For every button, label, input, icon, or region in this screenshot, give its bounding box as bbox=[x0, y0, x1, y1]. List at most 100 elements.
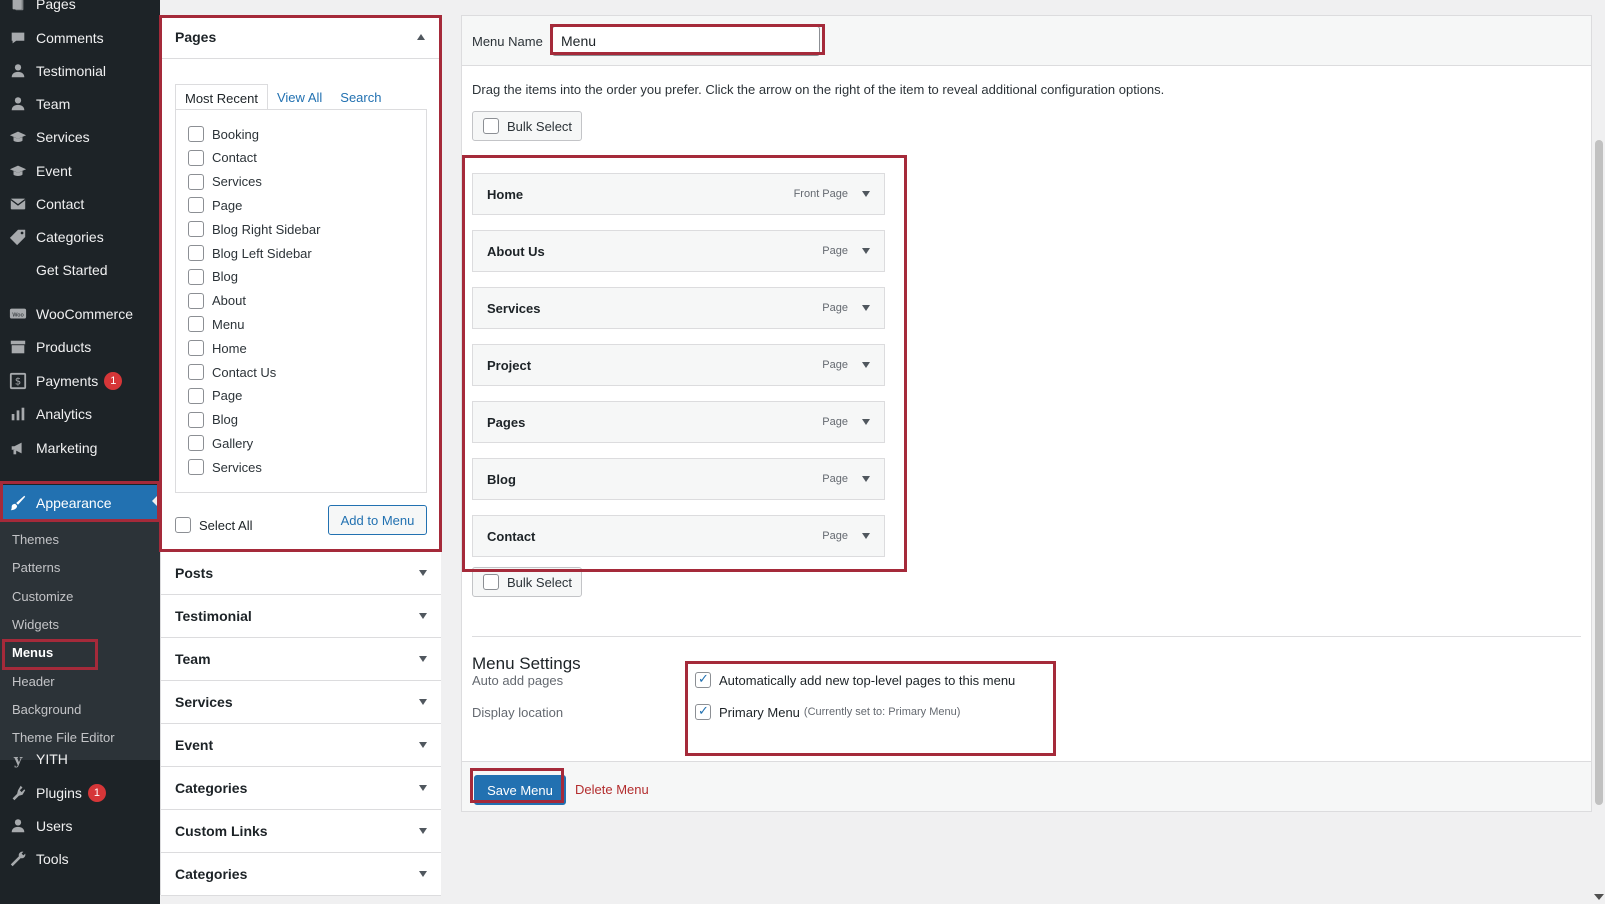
sidebar-item-pages[interactable]: Pages bbox=[0, 0, 160, 20]
accordion-header[interactable]: Custom Links bbox=[161, 810, 441, 853]
scroll-down-icon[interactable] bbox=[1594, 894, 1604, 900]
sidebar-item-get-started[interactable]: Get Started bbox=[0, 254, 160, 286]
submenu-item-menus[interactable]: Menus bbox=[12, 645, 53, 660]
page-checkbox-row[interactable]: Gallery bbox=[188, 435, 253, 452]
chevron-down-icon[interactable] bbox=[419, 656, 427, 662]
checkbox[interactable] bbox=[175, 517, 191, 533]
checkbox[interactable] bbox=[188, 221, 204, 238]
scrollbar-thumb[interactable] bbox=[1595, 140, 1603, 805]
accordion-section-services[interactable]: Services bbox=[160, 680, 441, 724]
checkbox[interactable] bbox=[188, 340, 204, 357]
auto-add-pages-checkbox[interactable]: Automatically add new top-level pages to… bbox=[695, 671, 1015, 688]
chevron-down-icon[interactable] bbox=[419, 613, 427, 619]
menu-name-input[interactable] bbox=[552, 26, 820, 56]
menu-item[interactable]: Pages Page bbox=[472, 401, 885, 443]
submenu-item-themes[interactable]: Themes bbox=[12, 532, 59, 547]
checkbox[interactable] bbox=[188, 173, 204, 190]
primary-menu-checkbox[interactable]: Primary Menu (Currently set to: Primary … bbox=[695, 703, 960, 720]
checkbox[interactable] bbox=[188, 411, 204, 428]
bulk-select-button-bottom[interactable]: Bulk Select bbox=[472, 567, 582, 597]
accordion-header[interactable]: Categories bbox=[161, 767, 441, 810]
accordion-header[interactable]: Testimonial bbox=[161, 595, 441, 638]
checkbox[interactable] bbox=[188, 268, 204, 285]
page-checkbox-row[interactable]: Home bbox=[188, 340, 247, 357]
checkbox[interactable] bbox=[188, 149, 204, 166]
submenu-item-widgets[interactable]: Widgets bbox=[12, 617, 59, 632]
menu-item[interactable]: About Us Page bbox=[472, 230, 885, 272]
scrollbar[interactable] bbox=[1593, 0, 1605, 904]
checkbox[interactable] bbox=[695, 671, 711, 688]
sidebar-item-team[interactable]: Team bbox=[0, 88, 160, 120]
chevron-down-icon[interactable] bbox=[862, 476, 870, 482]
sidebar-item-analytics[interactable]: Analytics bbox=[0, 398, 160, 430]
page-checkbox-row[interactable]: Blog Right Sidebar bbox=[188, 221, 320, 238]
page-checkbox-row[interactable]: Booking bbox=[188, 126, 259, 142]
checkbox[interactable] bbox=[483, 574, 499, 590]
page-checkbox-row[interactable]: Contact bbox=[188, 149, 257, 166]
page-checkbox-row[interactable]: Blog Left Sidebar bbox=[188, 245, 312, 261]
chevron-down-icon[interactable] bbox=[862, 305, 870, 311]
tab-most-recent[interactable]: Most Recent bbox=[175, 84, 268, 110]
sidebar-item-services[interactable]: Services bbox=[0, 121, 160, 153]
sidebar-item-categories[interactable]: Categories bbox=[0, 221, 160, 253]
sidebar-item-woocommerce[interactable]: Woo WooCommerce bbox=[0, 298, 160, 330]
chevron-down-icon[interactable] bbox=[419, 871, 427, 877]
accordion-section-posts[interactable]: Posts bbox=[160, 551, 441, 595]
checkbox[interactable] bbox=[188, 292, 204, 309]
accordion-header[interactable]: Posts bbox=[161, 552, 441, 595]
checkbox[interactable] bbox=[695, 703, 711, 720]
chevron-down-icon[interactable] bbox=[862, 533, 870, 539]
accordion-header[interactable]: Services bbox=[161, 681, 441, 724]
accordion-section-testimonial[interactable]: Testimonial bbox=[160, 594, 441, 638]
save-menu-button[interactable]: Save Menu bbox=[474, 775, 566, 805]
chevron-down-icon[interactable] bbox=[419, 828, 427, 834]
checkbox[interactable] bbox=[188, 245, 204, 261]
sidebar-item-appearance[interactable]: Appearance bbox=[0, 485, 160, 521]
page-checkbox-row[interactable]: Page bbox=[188, 387, 242, 404]
pages-panel-header[interactable]: Pages bbox=[161, 16, 439, 59]
menu-item[interactable]: Services Page bbox=[472, 287, 885, 329]
submenu-item-patterns[interactable]: Patterns bbox=[12, 560, 60, 575]
checkbox[interactable] bbox=[188, 459, 204, 476]
menu-item[interactable]: Project Page bbox=[472, 344, 885, 386]
delete-menu-link[interactable]: Delete Menu bbox=[575, 782, 649, 797]
accordion-section-custom-links[interactable]: Custom Links bbox=[160, 809, 441, 853]
page-checkbox-row[interactable]: Services bbox=[188, 459, 262, 476]
accordion-section-team[interactable]: Team bbox=[160, 637, 441, 681]
add-to-menu-button[interactable]: Add to Menu bbox=[328, 505, 427, 535]
chevron-up-icon[interactable] bbox=[417, 34, 425, 40]
checkbox[interactable] bbox=[188, 387, 204, 404]
chevron-down-icon[interactable] bbox=[862, 248, 870, 254]
submenu-item-customize[interactable]: Customize bbox=[12, 589, 73, 604]
tab-search[interactable]: Search bbox=[331, 84, 390, 110]
sidebar-item-products[interactable]: Products bbox=[0, 331, 160, 363]
accordion-header[interactable]: Categories bbox=[161, 853, 441, 896]
sidebar-item-users[interactable]: Users bbox=[0, 810, 160, 842]
page-checkbox-row[interactable]: Menu bbox=[188, 316, 245, 333]
chevron-down-icon[interactable] bbox=[862, 419, 870, 425]
sidebar-item-yith[interactable]: y YITH bbox=[0, 743, 160, 775]
submenu-item-header[interactable]: Header bbox=[12, 674, 55, 689]
page-checkbox-row[interactable]: About bbox=[188, 292, 246, 309]
checkbox[interactable] bbox=[188, 435, 204, 452]
menu-item[interactable]: Blog Page bbox=[472, 458, 885, 500]
accordion-section-categories[interactable]: Categories bbox=[160, 766, 441, 810]
accordion-section-categories[interactable]: Categories bbox=[160, 852, 441, 896]
chevron-down-icon[interactable] bbox=[419, 570, 427, 576]
chevron-down-icon[interactable] bbox=[419, 699, 427, 705]
page-checkbox-row[interactable]: Blog bbox=[188, 411, 238, 428]
accordion-header[interactable]: Event bbox=[161, 724, 441, 767]
checkbox[interactable] bbox=[188, 126, 204, 142]
chevron-down-icon[interactable] bbox=[862, 191, 870, 197]
bulk-select-button-top[interactable]: Bulk Select bbox=[472, 111, 582, 141]
sidebar-item-tools[interactable]: Tools bbox=[0, 843, 160, 875]
checkbox[interactable] bbox=[188, 197, 204, 214]
accordion-section-event[interactable]: Event bbox=[160, 723, 441, 767]
page-checkbox-row[interactable]: Blog bbox=[188, 268, 238, 285]
checkbox[interactable] bbox=[188, 364, 204, 380]
checkbox[interactable] bbox=[188, 316, 204, 333]
page-checkbox-row[interactable]: Services bbox=[188, 173, 262, 190]
page-checkbox-row[interactable]: Contact Us bbox=[188, 364, 276, 380]
sidebar-item-event[interactable]: Event bbox=[0, 155, 160, 187]
page-checkbox-row[interactable]: Page bbox=[188, 197, 242, 214]
